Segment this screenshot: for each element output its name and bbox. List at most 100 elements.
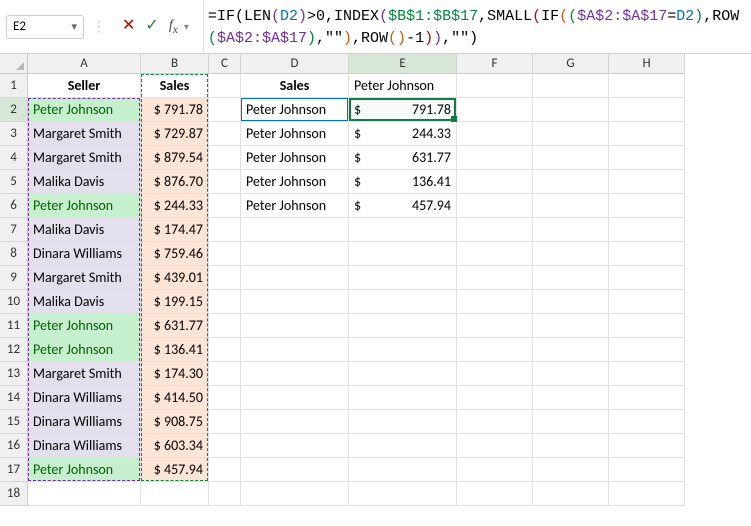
cell-A9[interactable]: Margaret Smith (28, 266, 141, 290)
cell-D2[interactable]: Peter Johnson (241, 98, 349, 122)
cell-F8[interactable] (457, 242, 533, 266)
cell-H7[interactable] (609, 218, 685, 242)
column-header-E[interactable]: E (349, 54, 457, 74)
cell-F14[interactable] (457, 386, 533, 410)
cell-B9[interactable]: $ 439.01 (141, 266, 209, 290)
cell-D8[interactable] (241, 242, 349, 266)
cell-C14[interactable] (209, 386, 241, 410)
cell-E18[interactable] (349, 482, 457, 506)
cell-C7[interactable] (209, 218, 241, 242)
cell-E5[interactable]: $136.41 (349, 170, 457, 194)
cell-B7[interactable]: $ 174.47 (141, 218, 209, 242)
column-header-C[interactable]: C (209, 54, 241, 74)
cell-A12[interactable]: Peter Johnson (28, 338, 141, 362)
cell-G10[interactable] (533, 290, 609, 314)
cell-G5[interactable] (533, 170, 609, 194)
row-header-3[interactable]: 3 (0, 122, 28, 146)
cell-H16[interactable] (609, 434, 685, 458)
cell-F16[interactable] (457, 434, 533, 458)
cell-F4[interactable] (457, 146, 533, 170)
cell-D18[interactable] (241, 482, 349, 506)
cell-A8[interactable]: Dinara Williams (28, 242, 141, 266)
cell-D12[interactable] (241, 338, 349, 362)
cell-D1[interactable]: Sales (241, 74, 349, 98)
cell-H6[interactable] (609, 194, 685, 218)
cell-F18[interactable] (457, 482, 533, 506)
cell-B2[interactable]: $ 791.78 (141, 98, 209, 122)
cell-E10[interactable] (349, 290, 457, 314)
cell-H1[interactable] (609, 74, 685, 98)
cell-E12[interactable] (349, 338, 457, 362)
cell-G7[interactable] (533, 218, 609, 242)
row-header-11[interactable]: 11 (0, 314, 28, 338)
cell-G15[interactable] (533, 410, 609, 434)
cell-C15[interactable] (209, 410, 241, 434)
cell-H15[interactable] (609, 410, 685, 434)
cell-E7[interactable] (349, 218, 457, 242)
cell-B15[interactable]: $ 908.75 (141, 410, 209, 434)
row-header-8[interactable]: 8 (0, 242, 28, 266)
cell-E3[interactable]: $244.33 (349, 122, 457, 146)
cell-H2[interactable] (609, 98, 685, 122)
cancel-icon[interactable]: ✕ (122, 18, 135, 34)
cell-G6[interactable] (533, 194, 609, 218)
cell-A11[interactable]: Peter Johnson (28, 314, 141, 338)
cell-A4[interactable]: Margaret Smith (28, 146, 141, 170)
cell-A1[interactable]: Seller (28, 74, 141, 98)
cell-C3[interactable] (209, 122, 241, 146)
cell-D9[interactable] (241, 266, 349, 290)
cell-B14[interactable]: $ 414.50 (141, 386, 209, 410)
column-header-D[interactable]: D (241, 54, 349, 74)
cell-C8[interactable] (209, 242, 241, 266)
cell-D16[interactable] (241, 434, 349, 458)
formula-input[interactable]: =IF(LEN(D2)>0,INDEX($B$1:$B$17,SMALL(IF(… (204, 0, 751, 53)
cell-H5[interactable] (609, 170, 685, 194)
cell-D10[interactable] (241, 290, 349, 314)
cell-F2[interactable] (457, 98, 533, 122)
column-header-B[interactable]: B (141, 54, 209, 74)
cell-F13[interactable] (457, 362, 533, 386)
cell-C2[interactable] (209, 98, 241, 122)
row-header-10[interactable]: 10 (0, 290, 28, 314)
name-box[interactable]: E2 ▾ (6, 15, 84, 39)
cell-F9[interactable] (457, 266, 533, 290)
splitter-icon[interactable]: ⋮ (90, 18, 108, 35)
row-header-7[interactable]: 7 (0, 218, 28, 242)
row-header-13[interactable]: 13 (0, 362, 28, 386)
column-header-H[interactable]: H (609, 54, 685, 74)
cell-C1[interactable] (209, 74, 241, 98)
cell-F17[interactable] (457, 458, 533, 482)
cell-B18[interactable] (141, 482, 209, 506)
cell-C6[interactable] (209, 194, 241, 218)
cell-A2[interactable]: Peter Johnson (28, 98, 141, 122)
cell-B1[interactable]: Sales (141, 74, 209, 98)
row-header-2[interactable]: 2 (0, 98, 28, 122)
cell-C12[interactable] (209, 338, 241, 362)
column-header-A[interactable]: A (28, 54, 141, 74)
cell-H9[interactable] (609, 266, 685, 290)
cell-H3[interactable] (609, 122, 685, 146)
cell-F7[interactable] (457, 218, 533, 242)
cell-D17[interactable] (241, 458, 349, 482)
cell-B11[interactable]: $ 631.77 (141, 314, 209, 338)
cell-A16[interactable]: Dinara Williams (28, 434, 141, 458)
cell-D6[interactable]: Peter Johnson (241, 194, 349, 218)
row-header-1[interactable]: 1 (0, 74, 28, 98)
accept-icon[interactable]: ✓ (145, 18, 158, 34)
cell-G11[interactable] (533, 314, 609, 338)
cell-B5[interactable]: $ 876.70 (141, 170, 209, 194)
row-header-12[interactable]: 12 (0, 338, 28, 362)
cell-G2[interactable] (533, 98, 609, 122)
row-header-17[interactable]: 17 (0, 458, 28, 482)
cell-C18[interactable] (209, 482, 241, 506)
cell-C16[interactable] (209, 434, 241, 458)
cell-A10[interactable]: Malika Davis (28, 290, 141, 314)
cell-E2[interactable]: $791.78 (349, 98, 457, 122)
cell-A17[interactable]: Peter Johnson (28, 458, 141, 482)
cell-F3[interactable] (457, 122, 533, 146)
cell-G18[interactable] (533, 482, 609, 506)
cell-A6[interactable]: Peter Johnson (28, 194, 141, 218)
cell-E9[interactable] (349, 266, 457, 290)
cell-E16[interactable] (349, 434, 457, 458)
cell-A13[interactable]: Margaret Smith (28, 362, 141, 386)
